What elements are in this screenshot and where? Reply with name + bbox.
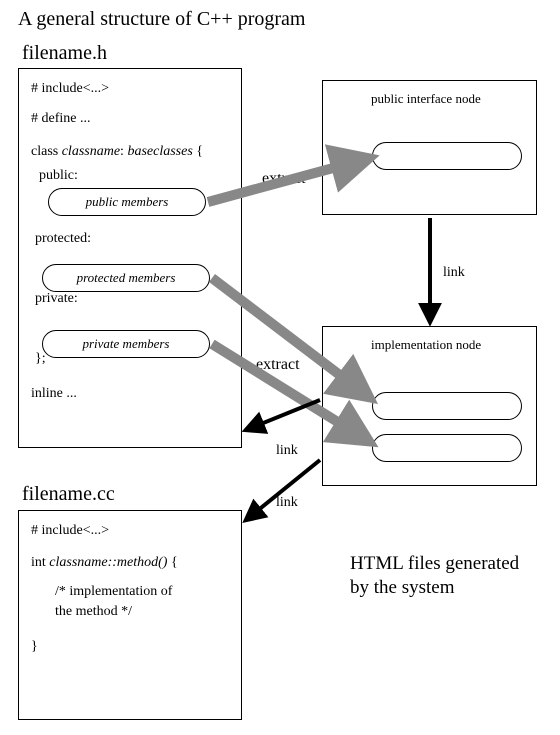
method-name: classname::method() <box>49 555 167 570</box>
open-brace: { <box>193 144 203 159</box>
link-label-3: link <box>276 495 298 511</box>
caption: HTML files generated by the system <box>350 552 519 600</box>
link-label-2: link <box>276 443 298 459</box>
sline-comment2: the method */ <box>31 602 229 622</box>
sline-include: # include<...> <box>31 521 229 541</box>
extract-label-1: extract <box>262 170 306 188</box>
sline-sig: int classname::method() { <box>31 553 229 573</box>
public-members-pill: public members <box>48 188 206 216</box>
public-interface-label: public interface node <box>371 91 481 107</box>
hline-inline: inline ... <box>31 384 229 404</box>
caption-line-1: HTML files generated <box>350 553 519 574</box>
implementation-slot-1 <box>372 392 522 420</box>
source-file-box: # include<...> int classname::method() {… <box>18 510 242 720</box>
hline-define: # define ... <box>31 109 229 129</box>
base-classes: baseclasses <box>127 144 192 159</box>
header-file-box: # include<...> # define ... class classn… <box>18 68 242 448</box>
sline-close: } <box>31 637 229 657</box>
page-title: A general structure of C++ program <box>18 8 305 31</box>
hline-protected: protected: <box>31 229 229 249</box>
link-arrow-3 <box>246 460 320 520</box>
source-file-label: filename.cc <box>22 483 115 506</box>
hline-include: # include<...> <box>31 79 229 99</box>
caption-line-2: by the system <box>350 577 455 598</box>
sline-comment1: /* implementation of <box>31 582 229 602</box>
diagram-canvas: A general structure of C++ program filen… <box>0 0 560 735</box>
implementation-label: implementation node <box>371 337 481 353</box>
link-arrow-2 <box>246 400 320 430</box>
public-interface-slot <box>372 142 522 170</box>
link-label-1: link <box>443 265 465 281</box>
implementation-slot-2 <box>372 434 522 462</box>
protected-members-pill: protected members <box>42 264 210 292</box>
class-name: classname <box>62 144 120 159</box>
open-brace-src: { <box>167 555 177 570</box>
private-members-pill: private members <box>42 330 210 358</box>
hline-public: public: <box>31 166 229 186</box>
header-file-label: filename.h <box>22 42 107 65</box>
extract-label-2: extract <box>256 356 300 374</box>
class-kw: class <box>31 144 62 159</box>
ret-type: int <box>31 555 49 570</box>
hline-class-decl: class classname: baseclasses { <box>31 142 229 162</box>
